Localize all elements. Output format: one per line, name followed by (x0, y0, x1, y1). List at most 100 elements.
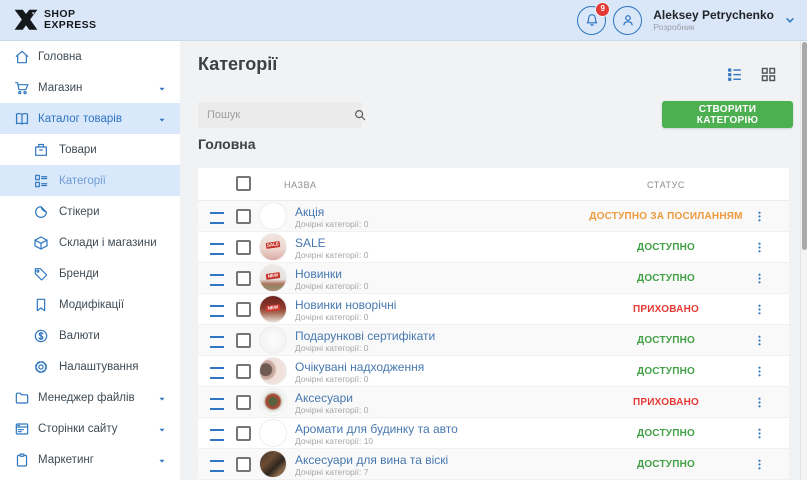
grid-view-icon[interactable] (760, 66, 777, 83)
category-thumbnail (259, 450, 287, 478)
section-title: Головна (198, 136, 256, 152)
chevron-down-icon (157, 456, 167, 466)
category-children-count: Дочірні категорії: 0 (295, 250, 368, 260)
category-name-link[interactable]: Аксесуари (295, 391, 353, 405)
home-icon (14, 49, 30, 65)
drag-handle-icon[interactable] (210, 398, 224, 410)
category-children-count: Дочірні категорії: 0 (295, 405, 368, 415)
row-checkbox[interactable] (236, 302, 251, 317)
row-menu-button[interactable] (750, 356, 768, 387)
row-menu-button[interactable] (750, 294, 768, 325)
search-icon[interactable] (353, 108, 367, 122)
sidebar-item-cube[interactable]: Склади і магазини (0, 227, 180, 258)
row-checkbox[interactable] (236, 364, 251, 379)
drag-handle-icon[interactable] (210, 274, 224, 286)
row-checkbox[interactable] (236, 209, 251, 224)
category-thumbnail: NEW (259, 295, 287, 323)
list-view-icon[interactable] (726, 66, 743, 83)
row-checkbox[interactable] (236, 395, 251, 410)
category-name-link[interactable]: Новинки (295, 267, 342, 281)
page-scrollbar[interactable] (800, 41, 807, 480)
category-name-link[interactable]: Новинки новорічні (295, 298, 396, 312)
row-checkbox[interactable] (236, 240, 251, 255)
marketing-icon (14, 452, 30, 468)
sidebar-item-categories[interactable]: Категорії (0, 165, 180, 196)
category-children-count: Дочірні категорії: 0 (295, 281, 368, 291)
sidebar-item-marketing[interactable]: Маркетинг (0, 444, 180, 475)
row-checkbox[interactable] (236, 426, 251, 441)
logo-x-icon (13, 7, 39, 33)
sidebar-item-cart[interactable]: Магазин (0, 72, 180, 103)
drag-handle-icon[interactable] (210, 429, 224, 441)
sidebar-nav: Головна Магазин Каталог товарів Товари К… (0, 41, 180, 480)
sidebar-item-package[interactable]: Товари (0, 134, 180, 165)
sidebar-item-sticker[interactable]: Стікери (0, 196, 180, 227)
search-input[interactable] (198, 109, 353, 121)
search-box (198, 102, 362, 128)
category-thumbnail: SALE (259, 233, 287, 261)
category-children-count: Дочірні категорії: 0 (295, 219, 368, 229)
category-name-link[interactable]: Аксесуари для вина та віскі (295, 453, 448, 467)
scrollbar-thumb[interactable] (802, 42, 807, 250)
row-menu-button[interactable] (750, 201, 768, 232)
folder-icon (14, 390, 30, 406)
category-row: SALE SALE Дочірні категорії: 0 ДОСТУПНО (198, 232, 789, 263)
drag-handle-icon[interactable] (210, 367, 224, 379)
sidebar-item-dollar[interactable]: Валюти (0, 320, 180, 351)
row-checkbox[interactable] (236, 457, 251, 472)
row-menu-button[interactable] (750, 387, 768, 418)
sidebar-item-folder[interactable]: Менеджер файлів (0, 382, 180, 413)
profile-button[interactable] (613, 6, 642, 35)
category-thumbnail (259, 357, 287, 385)
notification-count-badge: 9 (595, 2, 610, 17)
row-menu-button[interactable] (750, 232, 768, 263)
category-name-link[interactable]: Подарункові сертифікати (295, 329, 435, 343)
logo-text: SHOP EXPRESS (44, 9, 96, 31)
row-checkbox[interactable] (236, 333, 251, 348)
category-thumbnail: NEW (259, 264, 287, 292)
drag-handle-icon[interactable] (210, 305, 224, 317)
row-menu-button[interactable] (750, 263, 768, 294)
category-row: Аромати для будинку та авто Дочірні кате… (198, 418, 789, 449)
category-children-count: Дочірні категорії: 7 (295, 467, 368, 477)
package-icon (33, 142, 49, 158)
categories-icon (33, 173, 49, 189)
user-icon (620, 12, 636, 28)
chevron-down-icon (157, 84, 167, 94)
sidebar-item-home[interactable]: Головна (0, 41, 180, 72)
row-menu-button[interactable] (750, 449, 768, 480)
category-row: NEW Новинки Дочірні категорії: 0 ДОСТУПН… (198, 263, 789, 294)
drag-handle-icon[interactable] (210, 336, 224, 348)
drag-handle-icon[interactable] (210, 212, 224, 224)
drag-handle-icon[interactable] (210, 460, 224, 472)
category-thumbnail (259, 419, 287, 447)
category-name-link[interactable]: Очікувані надходження (295, 360, 424, 374)
sidebar-item-bookmark[interactable]: Модифікації (0, 289, 180, 320)
gear-icon (33, 359, 49, 375)
main-content: Категорії СТВОРИТИ КАТЕГОРІЮ Головна НАЗ… (180, 41, 807, 480)
sidebar-item-tag[interactable]: Бренди (0, 258, 180, 289)
create-category-button[interactable]: СТВОРИТИ КАТЕГОРІЮ (662, 101, 793, 128)
sidebar-item-gear[interactable]: Налаштування (0, 351, 180, 382)
chevron-down-icon (157, 394, 167, 404)
row-menu-button[interactable] (750, 418, 768, 449)
sidebar-item-pages[interactable]: Сторінки сайту (0, 413, 180, 444)
column-header-status: СТАТУС (546, 180, 786, 190)
view-toggles (726, 66, 777, 83)
category-row: NEW Новинки новорічні Дочірні категорії:… (198, 294, 789, 325)
row-menu-button[interactable] (750, 325, 768, 356)
sidebar-item-book[interactable]: Каталог товарів (0, 103, 180, 134)
row-checkbox[interactable] (236, 271, 251, 286)
category-row: Акція Дочірні категорії: 0 ДОСТУПНО ЗА П… (198, 201, 789, 232)
tag-icon (33, 266, 49, 282)
category-children-count: Дочірні категорії: 0 (295, 374, 368, 384)
category-thumbnail (259, 388, 287, 416)
profile-chevron-down-icon[interactable] (783, 13, 797, 27)
category-name-link[interactable]: Акція (295, 205, 324, 219)
category-name-link[interactable]: SALE (295, 236, 326, 250)
drag-handle-icon[interactable] (210, 243, 224, 255)
category-row: Подарункові сертифікати Дочірні категорі… (198, 325, 789, 356)
thumbnail-tag: SALE (266, 241, 281, 249)
select-all-checkbox[interactable] (236, 176, 251, 191)
category-name-link[interactable]: Аромати для будинку та авто (295, 422, 458, 436)
